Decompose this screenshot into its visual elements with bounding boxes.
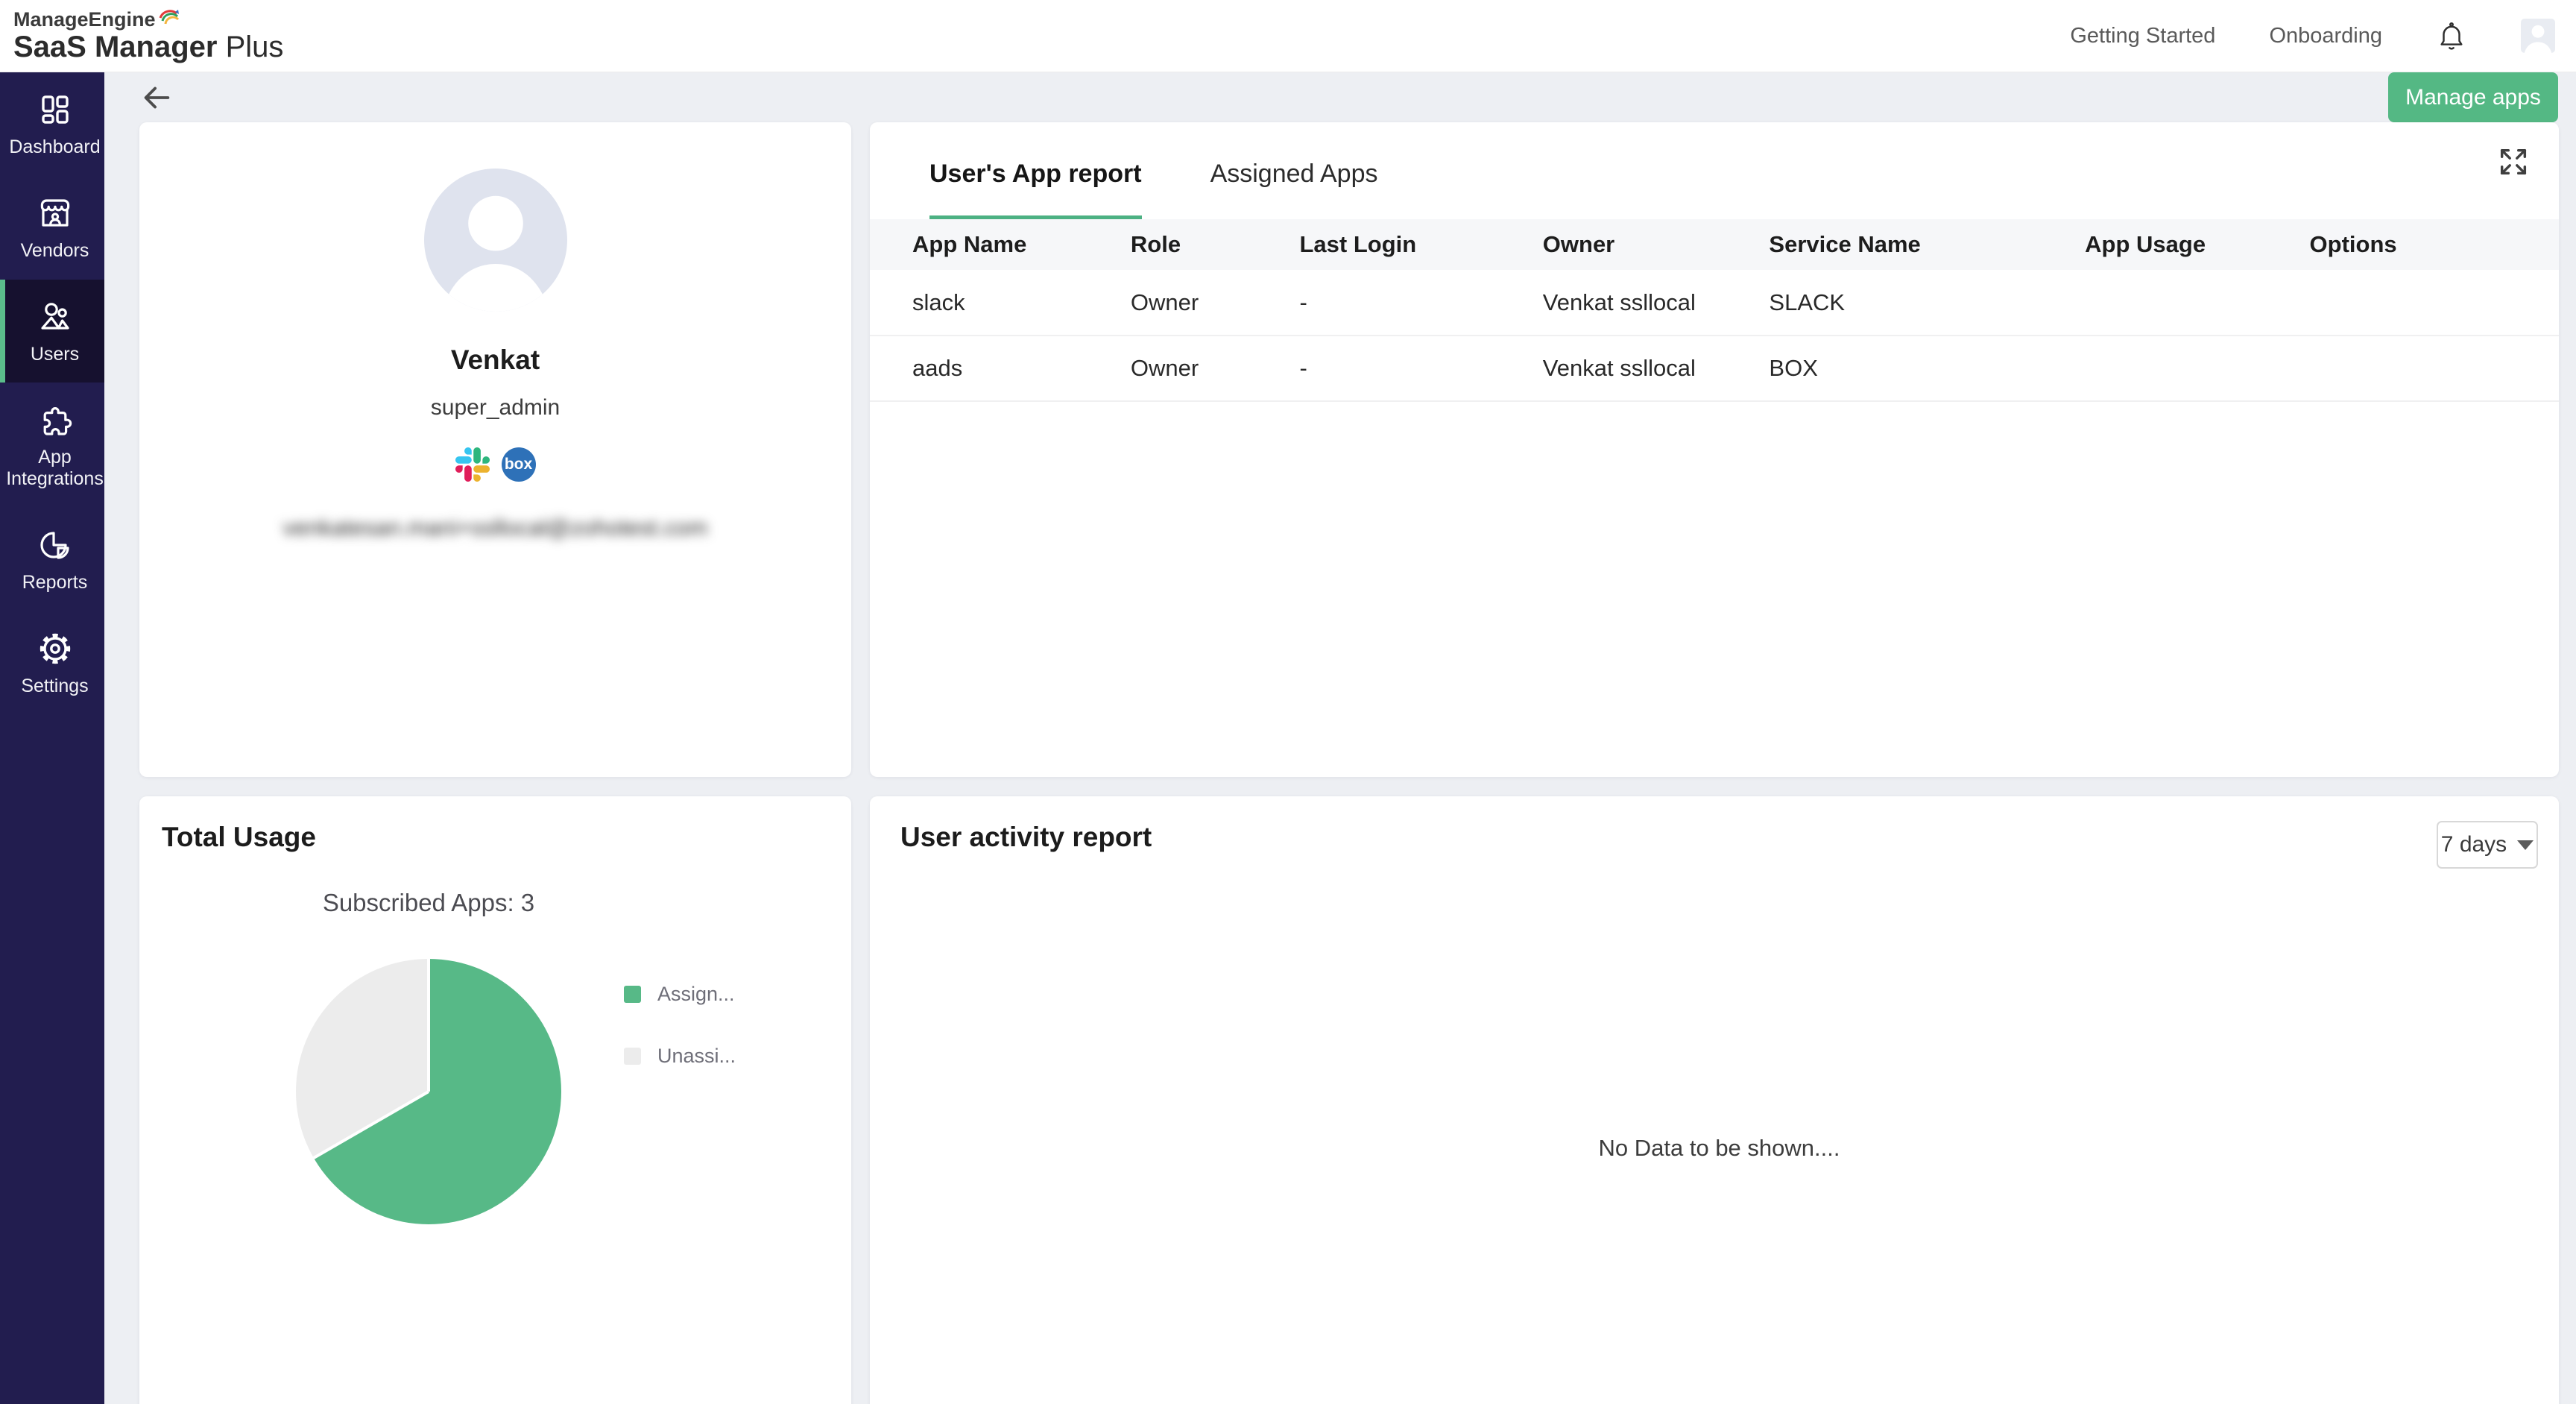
brand-swoosh-icon xyxy=(157,6,180,25)
sidebar-item-label: Dashboard xyxy=(9,136,100,158)
cell-role: Owner xyxy=(1123,336,1292,401)
cell-app-name: aads xyxy=(870,336,1123,401)
box-icon: box xyxy=(502,447,536,482)
person-icon xyxy=(424,169,567,312)
total-usage-card: Total Usage Subscribed Apps: 3 Assign... xyxy=(139,796,851,1404)
pie-slice-separator xyxy=(313,1090,429,1159)
col-last-login: Last Login xyxy=(1292,219,1535,270)
sidebar-item-vendors[interactable]: Vendors xyxy=(0,176,104,280)
sidebar-item-label: Settings xyxy=(21,676,88,697)
col-service-name: Service Name xyxy=(1761,219,2077,270)
col-app-usage: App Usage xyxy=(2077,219,2302,270)
cell-last-login: - xyxy=(1292,270,1535,336)
user-app-icons: box xyxy=(455,447,536,482)
user-name: Venkat xyxy=(451,344,540,376)
getting-started-link[interactable]: Getting Started xyxy=(2070,24,2215,48)
brand-top-text: ManageEngine xyxy=(13,9,156,30)
empty-state-message: No Data to be shown.... xyxy=(900,1135,2538,1162)
report-tabs: User's App report Assigned Apps xyxy=(870,122,2559,219)
sidebar-item-label: Vendors xyxy=(21,240,89,262)
user-activity-card: User activity report 7 days No Data to b… xyxy=(870,796,2559,1404)
dashboard-icon xyxy=(37,92,73,128)
store-icon xyxy=(37,195,73,231)
users-icon xyxy=(37,299,73,335)
usage-pie-chart[interactable] xyxy=(296,959,561,1224)
tab-assigned-apps[interactable]: Assigned Apps xyxy=(1210,160,1378,219)
sidebar-item-dashboard[interactable]: Dashboard xyxy=(0,72,104,176)
sidebar-item-label: App Integrations xyxy=(6,447,104,490)
legend-swatch-unassigned xyxy=(624,1048,641,1065)
cell-last-login: - xyxy=(1292,336,1535,401)
user-activity-title: User activity report xyxy=(900,822,2538,853)
gear-icon xyxy=(37,631,73,667)
date-range-value: 7 days xyxy=(2441,832,2507,857)
user-email-blurred: venkatesan.mani+ssllocal@zohotest.com xyxy=(283,514,708,541)
legend-item-assigned[interactable]: Assign... xyxy=(624,983,736,1006)
cell-service-name: SLACK xyxy=(1761,270,2077,336)
pie-legend: Assign... Unassi... xyxy=(624,983,736,1224)
onboarding-link[interactable]: Onboarding xyxy=(2269,24,2382,48)
total-usage-title: Total Usage xyxy=(162,822,829,853)
cell-owner: Venkat ssllocal xyxy=(1535,270,1762,336)
sidebar-item-users[interactable]: Users xyxy=(0,280,104,383)
header-nav: Getting Started Onboarding xyxy=(2070,19,2555,53)
sidebar-item-app-integrations[interactable]: App Integrations xyxy=(0,383,104,508)
user-role: super_admin xyxy=(431,395,560,421)
notification-bell-icon[interactable] xyxy=(2436,20,2467,51)
brand-product-light: Plus xyxy=(226,31,284,63)
puzzle-icon xyxy=(37,402,73,438)
sidebar-item-settings[interactable]: Settings xyxy=(0,611,104,715)
brand-logo: ManageEngine SaaS Manager Plus xyxy=(13,9,283,63)
sidebar-item-label: Reports xyxy=(22,572,88,594)
table-row[interactable]: aads Owner - Venkat ssllocal BOX xyxy=(870,336,2559,401)
user-profile-card: Venkat super_admin box xyxy=(139,122,851,777)
legend-swatch-assigned xyxy=(624,986,641,1003)
sidebar-item-reports[interactable]: Reports xyxy=(0,508,104,611)
date-range-dropdown[interactable]: 7 days xyxy=(2437,821,2538,869)
cell-service-name: BOX xyxy=(1761,336,2077,401)
sidebar-item-label: Users xyxy=(31,344,79,365)
user-app-report-panel: User's App report Assigned Apps App Name… xyxy=(870,122,2559,777)
profile-avatar xyxy=(424,169,567,312)
cell-options xyxy=(2302,270,2559,336)
pie-slice-separator xyxy=(427,959,430,1092)
tab-users-app-report[interactable]: User's App report xyxy=(929,160,1142,219)
person-icon xyxy=(2521,19,2555,53)
cell-options xyxy=(2302,336,2559,401)
cell-role: Owner xyxy=(1123,270,1292,336)
table-row[interactable]: slack Owner - Venkat ssllocal SLACK xyxy=(870,270,2559,336)
cell-app-name: slack xyxy=(870,270,1123,336)
col-app-name: App Name xyxy=(870,219,1123,270)
table-header-row: App Name Role Last Login Owner Service N… xyxy=(870,219,2559,270)
expand-icon[interactable] xyxy=(2496,145,2531,179)
back-arrow-icon[interactable] xyxy=(139,81,174,115)
subscribed-apps-count: Subscribed Apps: 3 xyxy=(323,889,534,917)
brand-product-bold: SaaS Manager xyxy=(13,31,217,63)
chevron-down-icon xyxy=(2517,840,2534,850)
legend-item-unassigned[interactable]: Unassi... xyxy=(624,1045,736,1068)
cell-app-usage xyxy=(2077,336,2302,401)
app-report-table: App Name Role Last Login Owner Service N… xyxy=(870,219,2559,402)
cell-app-usage xyxy=(2077,270,2302,336)
slack-icon xyxy=(455,447,490,482)
col-options: Options xyxy=(2302,219,2559,270)
cell-owner: Venkat ssllocal xyxy=(1535,336,1762,401)
manage-apps-button[interactable]: Manage apps xyxy=(2388,72,2558,122)
top-header: ManageEngine SaaS Manager Plus Getting S… xyxy=(0,0,2576,72)
sidebar-nav: Dashboard Vendors Users Ap xyxy=(0,72,104,1404)
page-toolbar: Manage apps xyxy=(104,72,2576,122)
user-avatar[interactable] xyxy=(2521,19,2555,53)
pie-report-icon xyxy=(37,527,73,563)
col-role: Role xyxy=(1123,219,1292,270)
col-owner: Owner xyxy=(1535,219,1762,270)
